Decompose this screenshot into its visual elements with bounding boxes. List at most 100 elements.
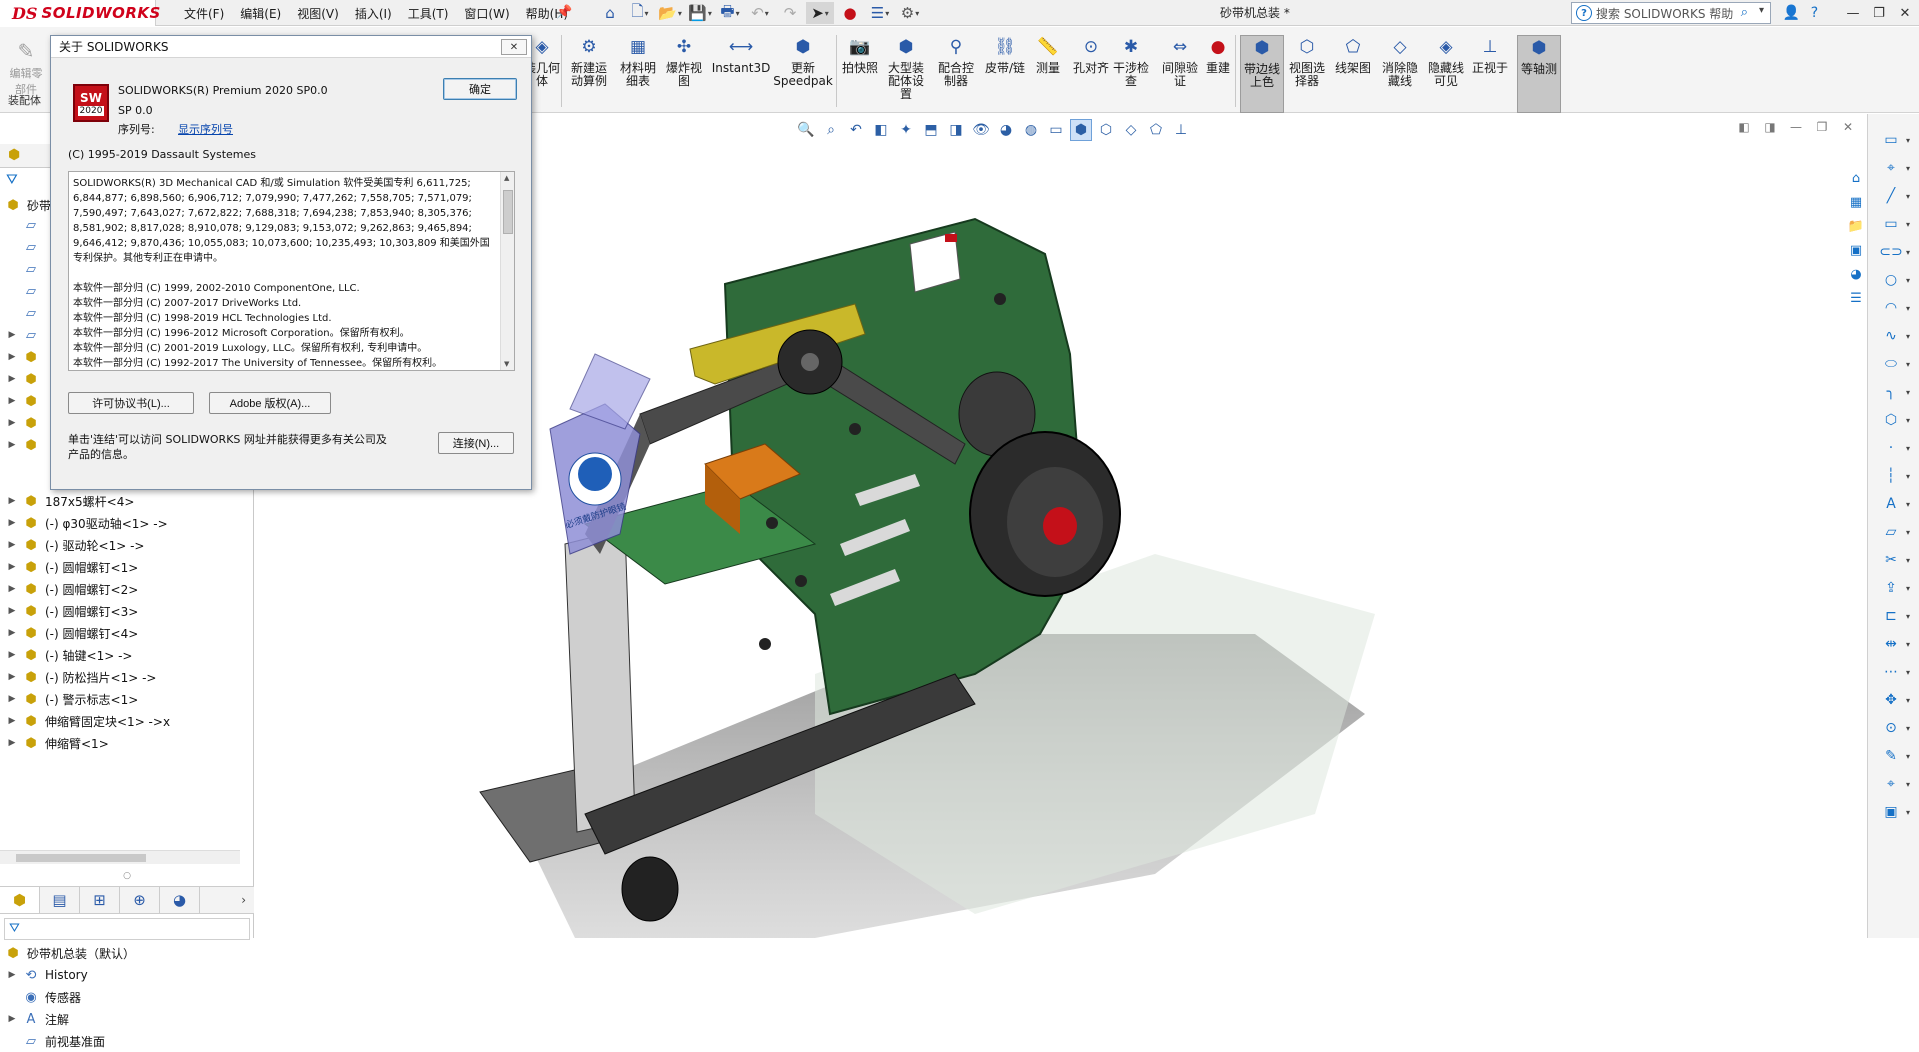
ribbon-button-exploded-view[interactable]: ✣ 爆炸视图 <box>664 35 704 111</box>
ribbon-button-snapshot[interactable]: 📷 拍快照 <box>840 35 880 111</box>
edit-appearance-icon[interactable]: ◕ <box>995 119 1017 141</box>
ribbon-button-view-selector[interactable]: ⬡ 视图选择器 <box>1285 35 1329 111</box>
scroll-thumb[interactable] <box>503 190 513 234</box>
save-icon[interactable]: 💾 <box>686 2 714 24</box>
quick-snaps-icon[interactable]: ⌖ <box>1878 774 1910 794</box>
pattern-icon[interactable]: ⋯ <box>1878 662 1910 682</box>
menu-view[interactable]: 视图(V) <box>289 5 347 22</box>
hidden-lines-view-icon[interactable]: ◇ <box>1120 119 1142 141</box>
close-icon[interactable]: ✕ <box>1892 0 1918 26</box>
shaded-view-icon[interactable]: ⬡ <box>1095 119 1117 141</box>
viewport-minimize-icon[interactable]: — <box>1785 120 1807 134</box>
tree-filter-box[interactable]: ⛛ <box>4 918 250 940</box>
offset-icon[interactable]: ⊏ <box>1878 606 1910 626</box>
menu-window[interactable]: 窗口(W) <box>456 5 517 22</box>
convert-icon[interactable]: ⇪ <box>1878 578 1910 598</box>
view-palette-icon[interactable]: ▣ <box>1845 240 1867 260</box>
file-properties-icon[interactable]: ☰ <box>866 2 894 24</box>
user-icon[interactable]: 👤 <box>1780 5 1803 21</box>
shaded-edges-view-icon[interactable]: ⬢ <box>1070 119 1092 141</box>
print-icon[interactable]: 🖶 <box>716 2 744 24</box>
ribbon-button-shaded-edges[interactable]: ⬢ 带边线上色 <box>1240 35 1284 113</box>
license-scrollbar[interactable]: ▲ ▼ <box>500 172 514 370</box>
ribbon-button-wireframe[interactable]: ⬠ 线架图 <box>1334 35 1372 111</box>
chevron-right-icon[interactable]: › <box>241 893 246 907</box>
text-icon[interactable]: A <box>1878 494 1910 514</box>
expand-arrow-icon[interactable]: ▶ <box>6 970 18 980</box>
help-search[interactable]: ? 搜索 SOLIDWORKS 帮助 ⌕ ▾ <box>1571 2 1771 24</box>
expand-arrow-icon[interactable]: ▶ <box>6 440 18 450</box>
expand-arrow-icon[interactable]: ▶ <box>6 672 18 682</box>
plane-icon[interactable]: ▱ <box>1878 522 1910 542</box>
close-icon[interactable]: ✕ <box>501 39 527 55</box>
undo-icon[interactable]: ↶ <box>746 2 774 24</box>
smart-dimension-icon[interactable]: ⌖ <box>1878 158 1910 178</box>
ribbon-button-hole-alignment[interactable]: ⊙ 孔对齐 <box>1069 35 1113 111</box>
mirror-icon[interactable]: ⇹ <box>1878 634 1910 654</box>
menu-file[interactable]: 文件(F) <box>176 5 232 22</box>
license-agreement-button[interactable]: 许可协议书(L)... <box>68 392 194 414</box>
minimize-icon[interactable]: — <box>1840 0 1866 26</box>
expand-arrow-icon[interactable]: ▶ <box>6 396 18 406</box>
search-input[interactable]: 搜索 SOLIDWORKS 帮助 <box>1596 5 1733 22</box>
display-style-icon[interactable]: ◨ <box>945 119 967 141</box>
expand-arrow-icon[interactable]: ▶ <box>6 606 18 616</box>
ribbon-button-normal-to[interactable]: ⊥ 正视于 <box>1472 35 1508 111</box>
expand-arrow-icon[interactable]: ▶ <box>6 628 18 638</box>
rapid-sketch-icon[interactable]: ▣ <box>1878 802 1910 822</box>
scroll-up-icon[interactable]: ▲ <box>504 174 509 182</box>
centerline-icon[interactable]: ┆ <box>1878 466 1910 486</box>
search-icon[interactable]: ⌕ <box>1741 5 1748 20</box>
tree-item[interactable]: ▶ ⬢ (-) 轴键<1> -> <box>0 644 250 666</box>
tree-item[interactable]: ▶ ⬢ (-) 圆帽螺钉<2> <box>0 578 250 600</box>
isometric-view-icon[interactable]: ⊥ <box>1170 119 1192 141</box>
previous-view-icon[interactable]: ↶ <box>845 119 867 141</box>
tree-item-annotations[interactable]: ▶ A 注解 <box>0 1008 250 1030</box>
wireframe-view-icon[interactable]: ⬠ <box>1145 119 1167 141</box>
assembly-tab-label[interactable]: 装配体 <box>8 92 41 108</box>
ribbon-button-measure[interactable]: 📏 测量 <box>1031 35 1065 111</box>
custom-properties-icon[interactable]: ☰ <box>1845 288 1867 308</box>
feature-manager-tab-icon[interactable]: ⬢ <box>0 887 40 913</box>
expand-arrow-icon[interactable]: ▶ <box>6 352 18 362</box>
expand-arrow-icon[interactable]: ▶ <box>6 374 18 384</box>
expand-arrow-icon[interactable]: ▶ <box>6 738 18 748</box>
filter-icon[interactable]: ⛛ <box>6 172 18 188</box>
connect-button[interactable]: 连接(N)... <box>438 432 514 454</box>
expand-arrow-icon[interactable]: ▶ <box>6 1014 18 1024</box>
view-orientation-icon[interactable]: ⬒ <box>920 119 942 141</box>
zoom-to-fit-icon[interactable]: 🔍 <box>795 119 817 141</box>
file-explorer-icon[interactable]: 📁 <box>1845 216 1867 236</box>
zoom-to-area-icon[interactable]: ⌕ <box>820 119 842 141</box>
show-serial-link[interactable]: 显示序列号 <box>178 121 233 137</box>
expand-arrow-icon[interactable]: ▶ <box>6 716 18 726</box>
appearances-icon[interactable]: ◕ <box>1845 264 1867 284</box>
license-text-box[interactable]: SOLIDWORKS(R) 3D Mechanical CAD 和/或 Simu… <box>68 171 515 371</box>
expand-arrow-icon[interactable]: ▶ <box>6 518 18 528</box>
tree-item[interactable]: ▶ ⬢ 伸缩臂固定块<1> ->x <box>0 710 250 732</box>
sketch-icon[interactable]: ▭ <box>1878 130 1910 150</box>
trim-icon[interactable]: ✂ <box>1878 550 1910 570</box>
ok-button[interactable]: 确定 <box>443 78 517 100</box>
repair-sketch-icon[interactable]: ✎ <box>1878 746 1910 766</box>
fillet-icon[interactable]: ╮ <box>1878 382 1910 402</box>
expand-arrow-icon[interactable]: ▶ <box>6 496 18 506</box>
solidworks-logo[interactable]: DS SOLIDWORKS <box>0 0 160 26</box>
rectangle-icon[interactable]: ▭ <box>1878 214 1910 234</box>
ribbon-button-hidden-removed[interactable]: ◇ 消除隐藏线 <box>1378 35 1422 111</box>
property-manager-tab-icon[interactable]: ▤ <box>40 887 80 913</box>
tree-item[interactable]: ▶ ⬢ 伸缩臂<1> <box>0 732 250 754</box>
ribbon-button-interference[interactable]: ✱ 干涉检查 <box>1111 35 1151 111</box>
dynamic-annotation-icon[interactable]: ✦ <box>895 119 917 141</box>
spline-icon[interactable]: ∿ <box>1878 326 1910 346</box>
redo-icon[interactable]: ↷ <box>776 2 804 24</box>
polygon-icon[interactable]: ⬡ <box>1878 410 1910 430</box>
display-manager-tab-icon[interactable]: ◕ <box>160 887 200 913</box>
move-icon[interactable]: ✥ <box>1878 690 1910 710</box>
tree-item[interactable]: ▶ ⬢ (-) 圆帽螺钉<3> <box>0 600 250 622</box>
pin-menu-icon[interactable]: 📌 <box>556 5 572 21</box>
menu-insert[interactable]: 插入(I) <box>347 5 400 22</box>
line-icon[interactable]: ╱ <box>1878 186 1910 206</box>
view-settings-icon[interactable]: ▭ <box>1045 119 1067 141</box>
ribbon-button-mate-controller[interactable]: ⚲ 配合控制器 <box>936 35 976 111</box>
